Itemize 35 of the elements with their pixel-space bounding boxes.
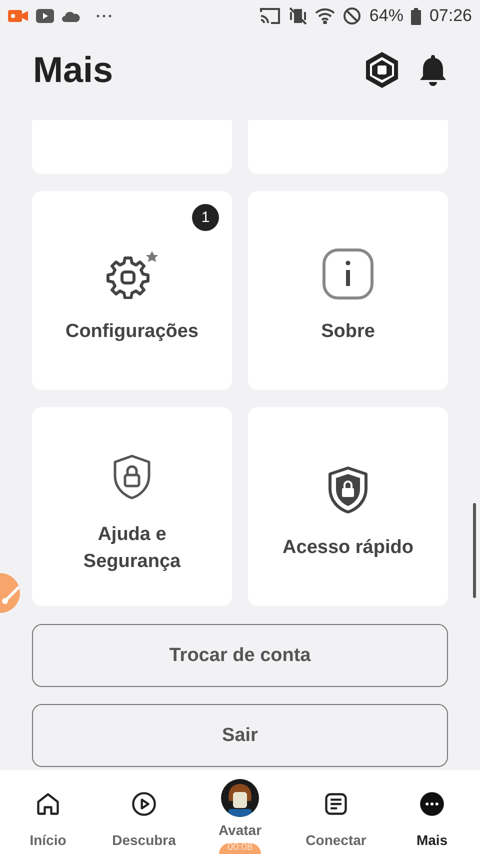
wifi-icon (315, 8, 336, 24)
page-title: Mais (33, 49, 114, 91)
nav-tab[interactable]: Conectar (288, 770, 384, 848)
info-icon (322, 248, 374, 300)
notification-badge: 1 (192, 204, 219, 231)
nav-tab[interactable]: Avatar (192, 770, 288, 838)
chat-icon (323, 791, 349, 817)
shield-lock-icon (327, 466, 369, 514)
blocked-icon (343, 7, 362, 25)
vibrate-off-icon (289, 7, 308, 25)
gear-icon (104, 249, 160, 299)
notification-bell-icon[interactable] (418, 53, 448, 87)
menu-tile[interactable]: Ajuda e Segurança (32, 407, 232, 606)
play-icon (131, 791, 157, 817)
nav-tab[interactable]: Descubra (96, 770, 192, 848)
menu-tile[interactable]: Configurações 1 (32, 191, 232, 390)
hexagon-coin-icon[interactable] (364, 51, 400, 89)
cast-icon (259, 7, 282, 25)
nav-tab[interactable]: Mais (384, 770, 480, 848)
video-play-icon (36, 9, 54, 23)
video-recorder-icon (8, 9, 28, 23)
menu-tile[interactable]: Acesso rápido (248, 407, 448, 606)
battery-percent: 64% (369, 6, 404, 26)
account-button[interactable]: Trocar de conta (32, 624, 448, 687)
clock-time: 07:26 (429, 6, 472, 26)
nav-tab[interactable]: Início (0, 770, 96, 848)
logout-button[interactable]: Sair (32, 704, 448, 767)
more-icon (419, 791, 445, 817)
home-icon (35, 791, 61, 817)
shield-lock-icon (112, 454, 152, 500)
more-dots-icon (96, 14, 112, 18)
battery-icon (411, 8, 422, 24)
cloud-icon (62, 10, 80, 22)
menu-tile[interactable]: Sobre (248, 191, 448, 390)
avatar-icon (221, 779, 259, 817)
